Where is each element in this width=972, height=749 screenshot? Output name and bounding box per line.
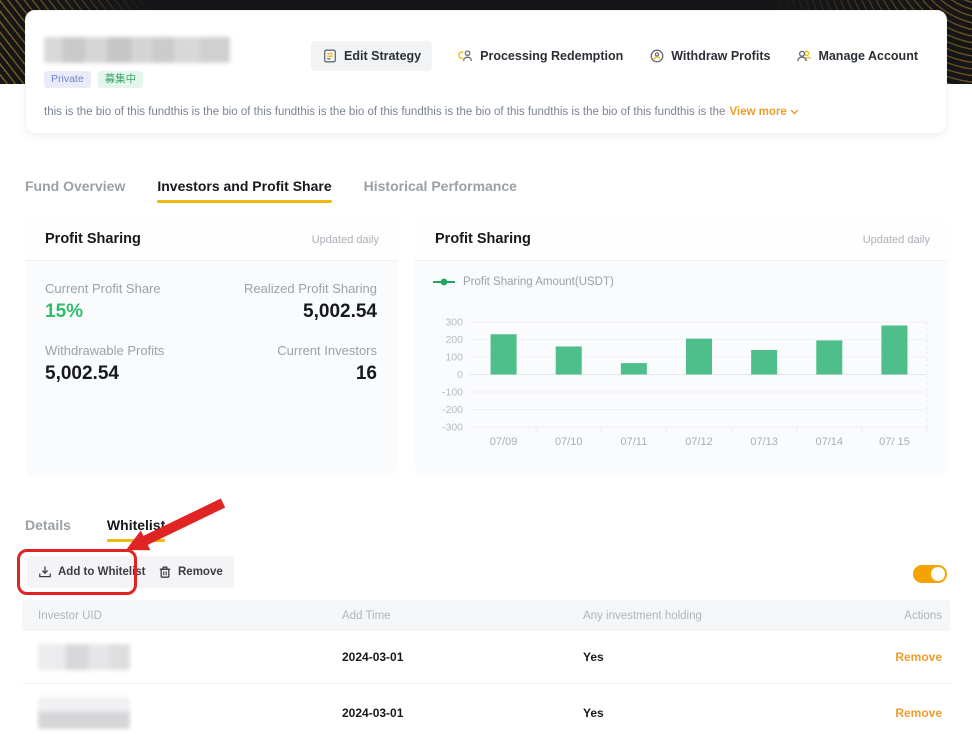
view-more-link[interactable]: View more — [729, 106, 798, 118]
stat-current-investors: Current Investors 16 — [277, 343, 377, 385]
stat-value: 15% — [45, 301, 161, 323]
svg-text:100: 100 — [445, 352, 463, 364]
manage-account-button[interactable]: Manage Account — [796, 48, 918, 64]
remove-button-label: Remove — [178, 566, 223, 578]
fund-badges: Private 募集中 — [44, 71, 143, 88]
tab-details[interactable]: Details — [25, 517, 71, 542]
legend-marker-icon — [433, 278, 455, 286]
stats-card-header: Profit Sharing Updated daily — [25, 218, 397, 261]
svg-text:07/11: 07/11 — [620, 436, 647, 448]
withdraw-profits-button[interactable]: Withdraw Profits — [649, 48, 770, 64]
table-row: 2024-03-01 Yes Remove — [22, 683, 950, 741]
processing-redemption-label: Processing Redemption — [480, 49, 623, 63]
edit-strategy-button[interactable]: Edit Strategy — [311, 41, 432, 71]
remove-button[interactable]: Remove — [147, 556, 234, 588]
stat-label: Withdrawable Profits — [45, 343, 164, 358]
chart-legend: Profit Sharing Amount(USDT) — [433, 276, 614, 288]
holding-cell: Yes — [583, 650, 860, 664]
chart-card-updated: Updated daily — [863, 234, 930, 246]
manage-account-icon — [796, 48, 812, 64]
col-add-time: Add Time — [342, 610, 583, 622]
processing-redemption-button[interactable]: Processing Redemption — [458, 48, 623, 64]
withdraw-profits-icon — [649, 48, 665, 64]
chart-card-header: Profit Sharing Updated daily — [415, 218, 948, 261]
svg-text:-300: -300 — [442, 422, 463, 434]
row-remove-link[interactable]: Remove — [895, 706, 942, 720]
toggle-knob — [931, 567, 945, 581]
legend-label: Profit Sharing Amount(USDT) — [463, 276, 614, 288]
svg-text:07/12: 07/12 — [685, 436, 713, 448]
holding-cell: Yes — [583, 706, 860, 720]
svg-text:07/ 15: 07/ 15 — [879, 436, 910, 448]
recruiting-badge: 募集中 — [98, 71, 144, 88]
withdraw-profits-label: Withdraw Profits — [671, 49, 770, 63]
tab-historical-performance[interactable]: Historical Performance — [364, 178, 517, 203]
section-tabs: Details Whitelist — [25, 517, 165, 542]
add-time-cell: 2024-03-01 — [342, 706, 583, 720]
profit-sharing-stats-card: Profit Sharing Updated daily Current Pro… — [25, 218, 397, 476]
tab-investors-profit-share[interactable]: Investors and Profit Share — [157, 178, 331, 203]
whitelist-toggle[interactable] — [913, 565, 947, 583]
investor-uid-redacted — [38, 697, 130, 729]
private-badge: Private — [44, 71, 91, 88]
row-remove-link[interactable]: Remove — [895, 650, 942, 664]
table-header-row: Investor UID Add Time Any investment hol… — [22, 600, 950, 631]
col-actions: Actions — [860, 610, 950, 622]
edit-strategy-label: Edit Strategy — [344, 49, 421, 63]
profit-sharing-bar-chart: 300 200 100 0 -100 -200 -300 07/09 07/10 07/11 07/… — [427, 302, 935, 460]
manage-account-label: Manage Account — [818, 49, 918, 63]
stat-label: Realized Profit Sharing — [244, 281, 377, 296]
view-more-label: View more — [729, 106, 786, 118]
stat-value: 5,002.54 — [244, 301, 377, 323]
col-investor-uid: Investor UID — [22, 610, 342, 622]
stat-label: Current Profit Share — [45, 281, 161, 296]
svg-text:-100: -100 — [442, 387, 463, 399]
svg-text:0: 0 — [457, 369, 463, 381]
fund-name-redacted — [44, 37, 230, 63]
header-actions: Edit Strategy Processing Redemption With… — [311, 41, 918, 71]
svg-text:07/14: 07/14 — [816, 436, 844, 448]
chevron-down-icon — [790, 109, 799, 115]
main-tabs: Fund Overview Investors and Profit Share… — [25, 178, 517, 203]
col-investment-holding: Any investment holding — [583, 610, 860, 622]
stat-label: Current Investors — [277, 343, 377, 358]
stat-value: 16 — [277, 363, 377, 385]
add-to-whitelist-icon — [38, 565, 52, 579]
table-row: 2024-03-01 Yes Remove — [22, 631, 950, 683]
add-time-cell: 2024-03-01 — [342, 650, 583, 664]
svg-text:-200: -200 — [442, 404, 463, 416]
investor-uid-redacted — [38, 644, 130, 670]
chart-card-title: Profit Sharing — [435, 231, 531, 247]
profit-sharing-chart-card: Profit Sharing Updated daily Profit Shar… — [415, 218, 948, 476]
fund-management-page: Private 募集中 Edit Strategy — [0, 0, 972, 749]
stats-card-title: Profit Sharing — [45, 231, 141, 247]
add-to-whitelist-button[interactable]: Add to Whitelist — [27, 556, 157, 588]
stat-value: 5,002.54 — [45, 363, 164, 385]
svg-text:07/09: 07/09 — [490, 436, 518, 448]
svg-text:07/10: 07/10 — [555, 436, 583, 448]
stat-realized-profit-sharing: Realized Profit Sharing 5,002.54 — [244, 281, 377, 323]
whitelist-table: Investor UID Add Time Any investment hol… — [22, 600, 950, 741]
edit-strategy-icon — [322, 48, 338, 64]
svg-text:200: 200 — [445, 334, 463, 346]
stat-current-profit-share: Current Profit Share 15% — [45, 281, 161, 323]
tab-whitelist[interactable]: Whitelist — [107, 517, 165, 542]
svg-text:07/13: 07/13 — [750, 436, 778, 448]
stats-card-updated: Updated daily — [312, 234, 379, 246]
fund-header-card: Private 募集中 Edit Strategy — [25, 10, 947, 134]
trash-icon — [158, 565, 172, 579]
processing-redemption-icon — [458, 48, 474, 64]
svg-text:300: 300 — [445, 317, 463, 329]
add-to-whitelist-label: Add to Whitelist — [58, 566, 146, 578]
fund-bio-text: this is the bio of this fundthis is the … — [44, 106, 725, 118]
tab-fund-overview[interactable]: Fund Overview — [25, 178, 125, 203]
fund-bio: this is the bio of this fundthis is the … — [44, 106, 928, 118]
stat-withdrawable-profits: Withdrawable Profits 5,002.54 — [45, 343, 164, 385]
